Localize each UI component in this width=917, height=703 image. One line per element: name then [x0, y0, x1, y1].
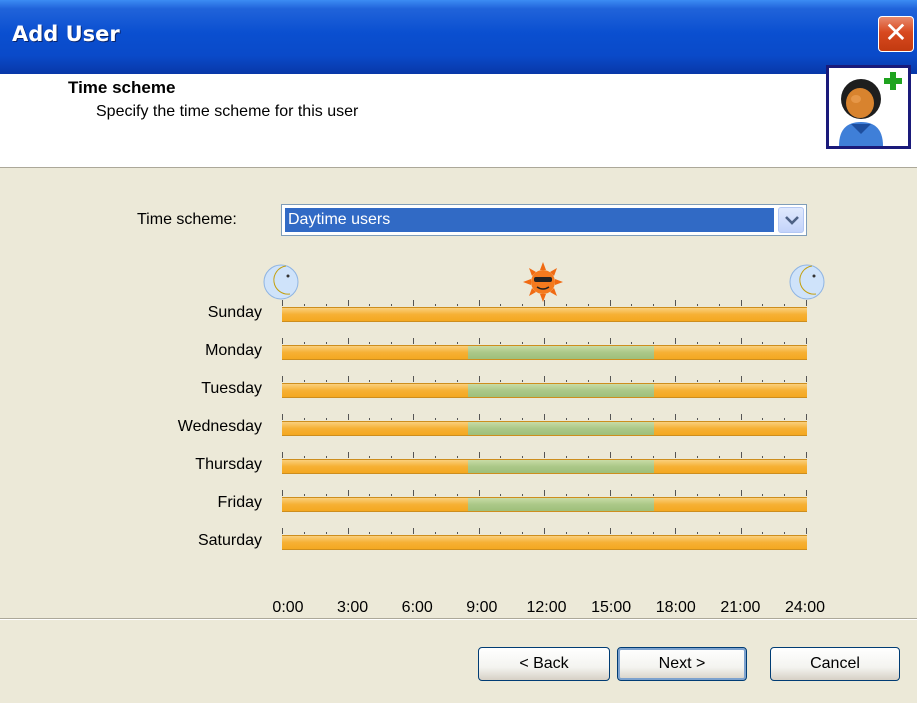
- day-schedule-bar[interactable]: [282, 383, 807, 398]
- time-segment-green[interactable]: [467, 460, 654, 473]
- hour-label: 21:00: [720, 599, 761, 616]
- moon-icon: [789, 264, 825, 300]
- back-button[interactable]: < Back: [478, 647, 610, 681]
- time-segment-orange[interactable]: [282, 422, 468, 435]
- time-segment-orange[interactable]: [282, 384, 468, 397]
- hour-label: 24:00: [784, 599, 826, 616]
- time-segment-orange[interactable]: [282, 498, 468, 511]
- hour-label: 0:00: [272, 599, 304, 616]
- day-schedule-bar[interactable]: [282, 459, 807, 474]
- hour-label: 18:00: [655, 599, 696, 616]
- hour-ticks: [282, 414, 807, 420]
- time-segment-green[interactable]: [467, 384, 654, 397]
- day-schedule-bar[interactable]: [282, 421, 807, 436]
- hour-ticks: [282, 490, 807, 496]
- hour-ticks: [282, 376, 807, 382]
- hour-label: 9:00: [466, 599, 498, 616]
- time-segment-orange[interactable]: [282, 308, 807, 321]
- day-label: Saturday: [197, 532, 262, 549]
- hour-ticks: [282, 300, 807, 306]
- day-schedule-bar[interactable]: [282, 535, 807, 550]
- hour-label: 12:00: [526, 599, 567, 616]
- title-bar: Add User ✕: [0, 0, 917, 74]
- time-segment-orange[interactable]: [653, 460, 807, 473]
- day-label: Tuesday: [201, 380, 262, 397]
- time-scheme-selected-value: Daytime users: [285, 208, 774, 232]
- close-button[interactable]: ✕: [878, 16, 914, 52]
- time-segment-orange[interactable]: [653, 346, 807, 359]
- day-label: Friday: [217, 494, 262, 511]
- time-segment-green[interactable]: [467, 346, 654, 359]
- hour-label: 6:00: [401, 599, 433, 616]
- page-title: Time scheme: [68, 78, 176, 97]
- time-segment-orange[interactable]: [282, 536, 807, 549]
- wizard-header: Time scheme Specify the time scheme for …: [0, 65, 917, 168]
- time-segment-green[interactable]: [467, 422, 654, 435]
- time-segment-orange[interactable]: [282, 460, 468, 473]
- time-segment-green[interactable]: [467, 498, 654, 511]
- chevron-down-icon: [785, 216, 799, 225]
- time-segment-orange[interactable]: [282, 346, 468, 359]
- day-schedule-bar[interactable]: [282, 307, 807, 322]
- next-button[interactable]: Next >: [617, 647, 747, 681]
- window-title: Add User: [12, 22, 120, 46]
- add-user-icon: [826, 65, 911, 149]
- time-segment-orange[interactable]: [653, 422, 807, 435]
- page-subtitle: Specify the time scheme for this user: [96, 103, 359, 120]
- hour-ticks: [282, 338, 807, 344]
- sun-icon: [523, 262, 563, 302]
- cancel-button[interactable]: Cancel: [770, 647, 900, 681]
- time-scheme-label: Time scheme:: [137, 211, 237, 228]
- moon-icon: [263, 264, 299, 300]
- hour-label: 3:00: [337, 599, 369, 616]
- close-icon: ✕: [884, 16, 908, 49]
- hour-label: 15:00: [591, 599, 632, 616]
- hour-ticks: [282, 528, 807, 534]
- hour-ticks: [282, 452, 807, 458]
- day-schedule-bar[interactable]: [282, 345, 807, 360]
- day-label: Thursday: [195, 456, 262, 473]
- day-schedule-bar[interactable]: [282, 497, 807, 512]
- footer-divider: [0, 618, 917, 620]
- day-label: Monday: [205, 342, 262, 359]
- time-segment-orange[interactable]: [653, 498, 807, 511]
- day-label: Sunday: [207, 304, 262, 321]
- day-label: Wednesday: [177, 418, 262, 435]
- time-segment-orange[interactable]: [653, 384, 807, 397]
- dropdown-button[interactable]: [778, 207, 804, 233]
- time-scheme-select[interactable]: Daytime users: [281, 204, 807, 236]
